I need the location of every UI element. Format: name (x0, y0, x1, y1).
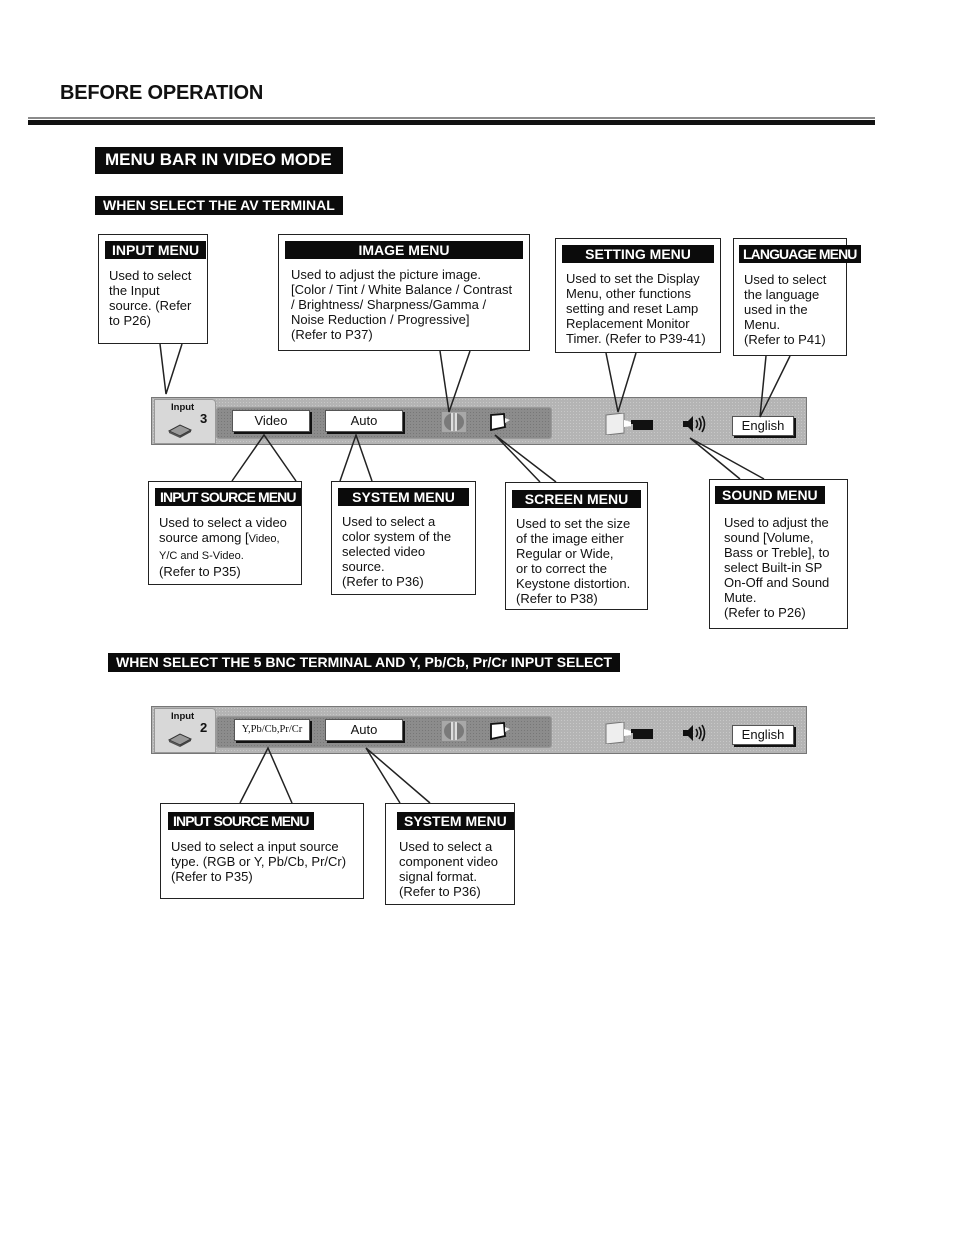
input-source-button[interactable]: Video (232, 410, 310, 432)
pointer-bnc-system (365, 747, 431, 804)
callout-title: LANGUAGE MENU (739, 245, 861, 263)
menu-bar-bnc: Input 2 Y,Pb/Cb,Pr/Cr Auto English (151, 706, 807, 754)
header-divider (28, 117, 875, 125)
setting-menu-icon[interactable] (605, 413, 655, 435)
input-menu-tab[interactable]: Input 3 (154, 399, 216, 444)
input-icon (167, 424, 193, 438)
language-menu-callout: LANGUAGE MENU Used to select the languag… (733, 238, 861, 356)
callout-body: Used to set the Display Menu, other func… (566, 271, 706, 346)
language-button[interactable]: English (732, 725, 794, 745)
input-source-menu-callout: INPUT SOURCE MENU Used to select a video… (148, 481, 302, 585)
sound-menu-callout: SOUND MENU Used to adjust the sound [Vol… (709, 479, 848, 629)
input-icon (167, 733, 193, 747)
image-menu-callout: IMAGE MENU Used to adjust the picture im… (278, 234, 530, 351)
sound-icon[interactable] (682, 415, 710, 433)
callout-body: Used to select the language used in the … (744, 272, 827, 347)
bnc-input-source-menu-callout: INPUT SOURCE MENU Used to select a input… (160, 803, 364, 899)
system-button[interactable]: Auto (325, 410, 403, 432)
section-title: MENU BAR IN VIDEO MODE (95, 147, 343, 174)
image-menu-icon[interactable] (442, 412, 466, 432)
pointer-input-menu (159, 343, 183, 395)
callout-body: Used to select the Input source. (Refer … (109, 268, 192, 328)
callout-body: Used to select a color system of the sel… (342, 514, 452, 589)
callout-title: SYSTEM MENU (338, 488, 469, 506)
callout-title: SYSTEM MENU (397, 812, 514, 830)
callout-title: INPUT SOURCE MENU (168, 812, 314, 830)
system-button[interactable]: Auto (325, 719, 403, 741)
av-terminal-subtitle: WHEN SELECT THE AV TERMINAL (95, 196, 343, 215)
system-menu-callout: SYSTEM MENU Used to select a color syste… (331, 481, 476, 595)
input-menu-tab[interactable]: Input 2 (154, 708, 216, 753)
callout-title: SOUND MENU (715, 486, 825, 504)
bnc-terminal-subtitle: WHEN SELECT THE 5 BNC TERMINAL AND Y, Pb… (108, 653, 621, 672)
image-menu-icon[interactable] (442, 721, 466, 741)
callout-body: Used to select a video source among [Vid… (159, 515, 301, 579)
bnc-system-menu-callout: SYSTEM MENU Used to select a component v… (385, 803, 515, 905)
language-button[interactable]: English (732, 416, 794, 436)
input-tab-label: Input (171, 711, 195, 722)
screen-menu-icon[interactable] (488, 721, 512, 741)
menu-bar-av: Input 3 Video Auto English (151, 397, 807, 445)
screen-menu-callout: SCREEN MENU Used to set the size of the … (505, 482, 648, 610)
callout-body: Used to adjust the picture image. [Color… (291, 267, 513, 342)
callout-body: Used to select a component video signal … (399, 839, 499, 899)
input-number: 3 (200, 411, 208, 426)
setting-menu-callout: SETTING MENU Used to set the Display Men… (555, 238, 721, 353)
callout-title: IMAGE MENU (285, 241, 523, 259)
screen-menu-icon[interactable] (488, 412, 512, 432)
input-number: 2 (200, 720, 208, 735)
callout-title: INPUT MENU (105, 241, 207, 259)
callout-body: Used to select a input source type. (RGB… (171, 839, 347, 884)
callout-title: SETTING MENU (562, 245, 714, 263)
input-source-button[interactable]: Y,Pb/Cb,Pr/Cr (234, 719, 310, 741)
callout-title: INPUT SOURCE MENU (155, 488, 301, 506)
page-title: BEFORE OPERATION (60, 82, 264, 104)
callout-body: Used to set the size of the image either… (516, 516, 631, 606)
setting-menu-icon[interactable] (605, 722, 655, 744)
sound-icon[interactable] (682, 724, 710, 742)
pointer-bnc-input-source (239, 746, 293, 804)
input-menu-callout: INPUT MENU Used to select the Input sour… (98, 234, 208, 344)
callout-body: Used to adjust the sound [Volume, Bass o… (724, 515, 830, 620)
callout-title: SCREEN MENU (512, 490, 641, 508)
input-tab-label: Input (171, 402, 195, 413)
callout-body-text: (Refer to P35) (159, 564, 241, 579)
